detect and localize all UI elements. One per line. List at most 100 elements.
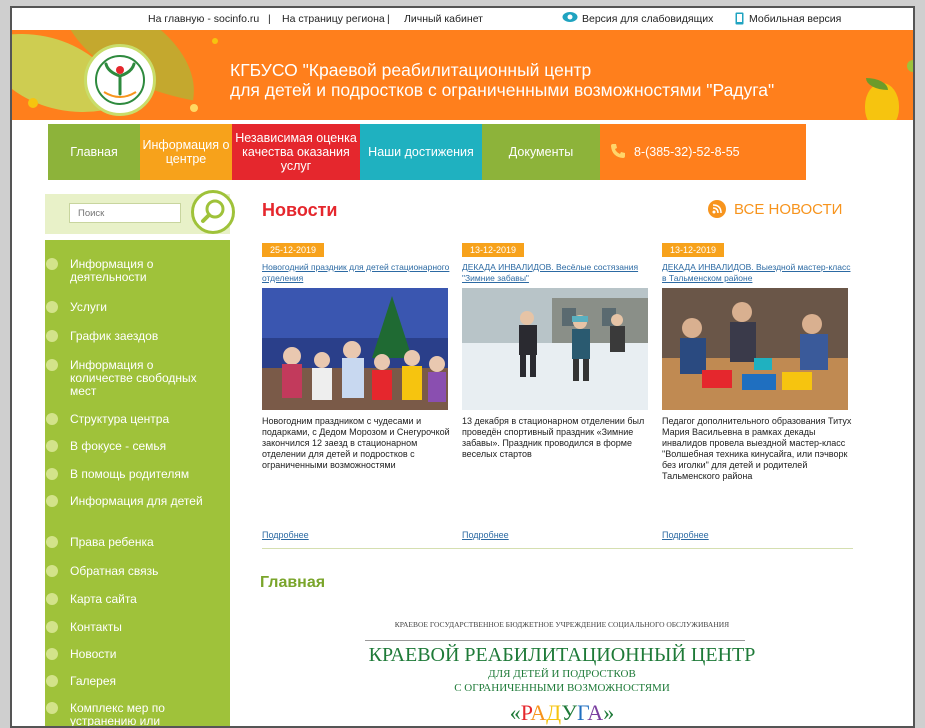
phone-block: 8-(385-32)-52-8-55 — [600, 124, 806, 180]
org-name: КРАЕВОЙ РЕАБИЛИТАЦИОННЫЙ ЦЕНТР — [368, 644, 756, 666]
news-summary: Педагог дополнительного образования Титу… — [662, 416, 852, 481]
bullet-icon — [46, 702, 58, 714]
news-photo[interactable] — [262, 288, 448, 410]
nav-item-documents[interactable]: Документы — [482, 124, 600, 180]
sidebar-item-parents[interactable]: В помощь родителям — [46, 467, 210, 481]
raduga-wordmark: «РАДУГА» — [302, 700, 822, 726]
dot-decoration — [907, 60, 913, 72]
nav-item-about[interactable]: Информация о центре — [140, 124, 232, 180]
news-headline-link[interactable]: ДЕКАДА ИНВАЛИДОВ. Весёлые состязания "Зи… — [462, 262, 652, 286]
sidebar-item-label: График заездов — [70, 329, 159, 343]
sidebar-item-structure[interactable]: Структура центра — [46, 412, 210, 426]
sidebar-item-label: В помощь родителям — [70, 467, 190, 481]
logo-emblem-icon — [95, 55, 145, 105]
raduga-letter: А — [530, 700, 547, 725]
bullet-icon — [46, 413, 58, 425]
sidebar-item-label: Контакты — [70, 620, 122, 634]
search-box — [45, 190, 235, 234]
logo[interactable] — [84, 44, 156, 116]
read-more-link[interactable]: Подробнее — [462, 530, 509, 540]
news-date: 13-12-2019 — [662, 243, 725, 257]
news-headline-link[interactable]: ДЕКАДА ИНВАЛИДОВ. Выездной мастер-класс … — [662, 262, 852, 286]
divider — [365, 640, 745, 641]
sidebar-item-measures[interactable]: Комплекс мер по устранению или минимизац… — [46, 702, 210, 726]
home-link[interactable]: На главную - socinfo.ru — [148, 13, 259, 25]
org-subtitle-2: С ОГРАНИЧЕННЫМИ ВОЗМОЖНОСТЯМИ — [454, 682, 670, 694]
sidebar-item-family[interactable]: В фокусе - семья — [46, 440, 210, 453]
sidebar-item-child-rights[interactable]: Права ребенка — [46, 536, 210, 549]
dot-decoration — [212, 38, 218, 44]
main-nav: Главная Информация о центре Независимая … — [48, 124, 806, 180]
news-date: 13-12-2019 — [462, 243, 525, 257]
sidebar-item-label: Обратная связь — [70, 564, 159, 578]
news-photo[interactable] — [462, 288, 648, 410]
dot-decoration — [28, 98, 38, 108]
cabinet-link[interactable]: Личный кабинет — [404, 13, 483, 25]
news-card: 13-12-2019 ДЕКАДА ИНВАЛИДОВ. Выездной ма… — [662, 240, 852, 482]
sidebar-item-activity[interactable]: Информация о деятельности — [46, 257, 210, 284]
nav-item-achievements[interactable]: Наши достижения — [360, 124, 482, 180]
sidebar-item-feedback[interactable]: Обратная связь — [46, 564, 210, 578]
raduga-letter: Г — [576, 700, 588, 725]
bullet-icon — [46, 593, 58, 605]
main-heading: Главная — [260, 574, 326, 591]
nav-item-quality[interactable]: Независимая оценка качества оказания усл… — [232, 124, 360, 180]
search-icon — [201, 199, 225, 223]
sidebar-item-schedule[interactable]: График заездов — [46, 329, 210, 343]
raduga-letter: А — [587, 700, 604, 725]
all-news-label: ВСЕ НОВОСТИ — [734, 200, 843, 218]
phone-number: 8-(385-32)-52-8-55 — [634, 145, 740, 159]
org-subtitle-1: ДЛЯ ДЕТЕЙ И ПОДРОСТКОВ — [488, 668, 636, 680]
raduga-letter: У — [561, 700, 577, 725]
separator: | — [387, 13, 390, 25]
read-more-link[interactable]: Подробнее — [662, 530, 709, 540]
news-date: 25-12-2019 — [262, 243, 325, 257]
sidebar-item-children-info[interactable]: Информация для детей — [46, 494, 210, 508]
eye-icon — [562, 11, 578, 26]
sidebar-item-free-places[interactable]: Информация о количестве свободных мест — [46, 358, 210, 398]
read-more-link[interactable]: Подробнее — [262, 530, 309, 540]
news-photo[interactable] — [662, 288, 848, 410]
org-type-label: КРАЕВОЕ ГОСУДАРСТВЕННОЕ БЮДЖЕТНОЕ УЧРЕЖД… — [394, 620, 730, 629]
site-header: На главную - socinfo.ru | На страницу ре… — [12, 8, 913, 120]
search-input[interactable] — [69, 203, 181, 223]
bullet-icon — [46, 440, 58, 452]
news-summary: 13 декабря в стационарном отделении был … — [462, 416, 645, 459]
low-vision-link[interactable]: Версия для слабовидящих — [582, 13, 713, 25]
rss-icon — [708, 200, 726, 218]
all-news-link[interactable]: ВСЕ НОВОСТИ — [708, 200, 842, 218]
sidebar-item-label: Структура центра — [70, 412, 170, 426]
news-headline-link[interactable]: Новогодний праздник для детей стационарн… — [262, 262, 452, 286]
phone-icon — [610, 143, 626, 162]
news-summary: Новогодним праздником с чудесами и подар… — [262, 416, 450, 470]
sidebar-item-gallery[interactable]: Галерея — [46, 674, 210, 688]
top-links-bar: На главную - socinfo.ru | На страницу ре… — [12, 8, 913, 30]
pear-leaf-decoration — [866, 78, 888, 90]
bullet-icon — [46, 565, 58, 577]
sidebar-item-label: Информация о количестве свободных мест — [70, 358, 197, 398]
sidebar-item-services[interactable]: Услуги — [46, 300, 210, 314]
sidebar-item-label: Галерея — [70, 674, 117, 688]
bullet-icon — [46, 621, 58, 633]
bullet-icon — [46, 675, 58, 687]
region-link[interactable]: На страницу региона — [282, 13, 385, 25]
search-button[interactable] — [191, 190, 235, 234]
site-title-line1: КГБУСО "Краевой реабилитационный центр — [230, 60, 592, 80]
sidebar-item-sitemap[interactable]: Карта сайта — [46, 592, 210, 606]
browser-page: На главную - socinfo.ru | На страницу ре… — [10, 6, 915, 728]
bullet-icon — [46, 258, 58, 270]
sidebar-item-label: Новости — [70, 647, 117, 661]
mobile-version-link[interactable]: Мобильная версия — [749, 13, 841, 25]
sidebar-item-label: Информация для детей — [70, 494, 203, 508]
sidebar-item-contacts[interactable]: Контакты — [46, 620, 210, 634]
nav-item-home[interactable]: Главная — [48, 124, 140, 180]
sidebar-item-label: Информация о деятельности — [70, 257, 154, 284]
sidebar-item-label: Карта сайта — [70, 592, 137, 606]
dot-decoration — [190, 104, 198, 112]
bullet-icon — [46, 495, 58, 507]
news-heading: Новости — [262, 200, 338, 220]
bullet-icon — [46, 536, 58, 548]
sidebar-item-news[interactable]: Новости — [46, 647, 210, 661]
sidebar-item-label: Услуги — [70, 300, 107, 314]
news-card: 25-12-2019 Новогодний праздник для детей… — [262, 240, 452, 471]
